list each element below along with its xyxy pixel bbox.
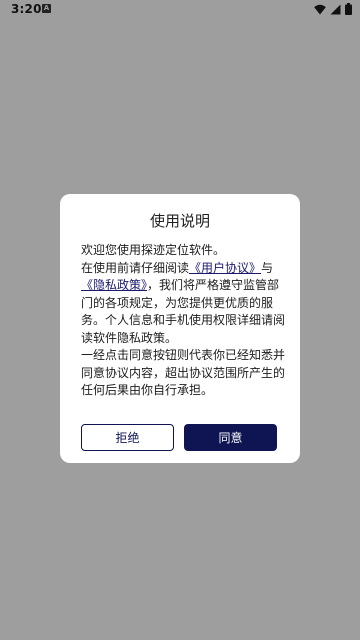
dialog-title: 使用说明 [149, 212, 210, 230]
dialog-body: 欢迎您使用探迹定位软件。 在使用前请仔细阅读《用户协议》与《隐私政策》，我们将严… [81, 242, 286, 400]
user-agreement-link[interactable]: 《用户协议》 [189, 261, 261, 275]
read-prefix: 在使用前请仔细阅读 [81, 260, 190, 275]
welcome-text: 欢迎您使用探迹定位软件。 [81, 243, 226, 257]
and-text: 与 [261, 260, 274, 275]
status-time: 3:20 [11, 2, 42, 16]
privacy-dialog: 使用说明 欢迎您使用探迹定位软件。 在使用前请仔细阅读《用户协议》与《隐私政策》… [60, 194, 300, 463]
status-bar: 3:20 A [0, 0, 360, 18]
privacy-policy-link[interactable]: 《隐私政策》 [81, 278, 147, 292]
wifi-icon [314, 4, 326, 14]
read-notice: 在使用前请仔细阅读《用户协议》与《隐私政策》，我们将严格遵守监管部门的各项规定，… [81, 260, 286, 348]
refuse-button[interactable]: 拒绝 [81, 424, 174, 451]
agree-button[interactable]: 同意 [184, 424, 277, 451]
status-icons [314, 3, 352, 15]
notification-icon: A [42, 4, 51, 13]
battery-icon [345, 3, 352, 15]
consent-text: 一经点击同意按钮则代表你已经知悉并同意协议内容，超出协议范围所产生的任何后果由你… [81, 348, 286, 397]
signal-icon [330, 4, 341, 14]
